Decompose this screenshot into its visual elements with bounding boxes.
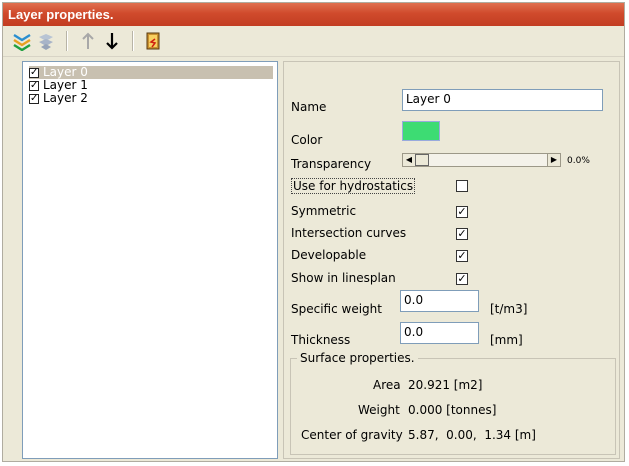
layer-name: Layer 2 [43,91,88,105]
specific-weight-label: Specific weight [291,302,382,316]
area-value: 20.921 [m2] [408,378,483,392]
slider-thumb[interactable] [415,154,429,166]
exit-icon[interactable] [142,30,164,52]
slider-right-arrow-icon[interactable]: ▶ [547,154,560,166]
linesplan-label: Show in linesplan [291,271,396,285]
move-up-icon[interactable] [77,30,99,52]
intersection-curves-checkbox[interactable]: ✓ [456,228,468,240]
layer-add-icon[interactable] [11,30,33,52]
layer-properties-window: Layer properties. ✓ Layer 0 ✓ Layer 1 ✓ … [2,2,625,462]
toolbar-separator [132,31,134,51]
developable-checkbox[interactable]: ✓ [456,250,468,262]
transparency-slider[interactable]: ◀ ▶ [402,153,561,167]
layer-list[interactable]: ✓ Layer 0 ✓ Layer 1 ✓ Layer 2 [22,61,278,459]
thickness-field[interactable]: 0.0 [400,322,479,344]
weight-label: Weight [358,403,400,417]
hydrostatics-checkbox[interactable] [456,180,468,192]
hydrostatics-label: Use for hydrostatics [291,178,416,194]
layer-visible-checkbox[interactable]: ✓ [29,80,39,91]
intersection-curves-label: Intersection curves [291,226,407,240]
developable-label: Developable [291,248,367,262]
center-of-gravity-value: 5.87, 0.00, 1.34 [m] [408,428,536,442]
specific-weight-field[interactable]: 0.0 [400,290,479,312]
move-down-icon[interactable] [101,30,123,52]
name-label: Name [291,100,327,114]
color-swatch[interactable] [402,121,440,141]
surface-properties-title: Surface properties. [297,351,418,365]
toolbar [3,26,624,57]
specific-weight-unit: [t/m3] [490,302,528,316]
center-of-gravity-label: Center of gravity [301,428,403,442]
area-label: Area [373,378,401,392]
toolbar-separator [66,31,68,51]
transparency-label: Transparency [291,157,372,171]
weight-value: 0.000 [tonnes] [408,403,497,417]
layer-list-item[interactable]: ✓ Layer 2 [29,92,88,105]
thickness-label: Thickness [291,333,351,347]
linesplan-checkbox[interactable]: ✓ [456,273,468,285]
layer-delete-icon[interactable] [35,30,57,52]
layer-visible-checkbox[interactable]: ✓ [29,93,39,104]
color-label: Color [291,133,323,147]
layer-visible-checkbox[interactable]: ✓ [29,67,39,78]
window-title: Layer properties. [3,3,624,26]
thickness-unit: [mm] [490,333,523,347]
transparency-value: 0.0% [567,156,590,166]
name-field[interactable]: Layer 0 [402,89,603,111]
symmetric-checkbox[interactable]: ✓ [456,206,468,218]
symmetric-label: Symmetric [291,204,357,218]
